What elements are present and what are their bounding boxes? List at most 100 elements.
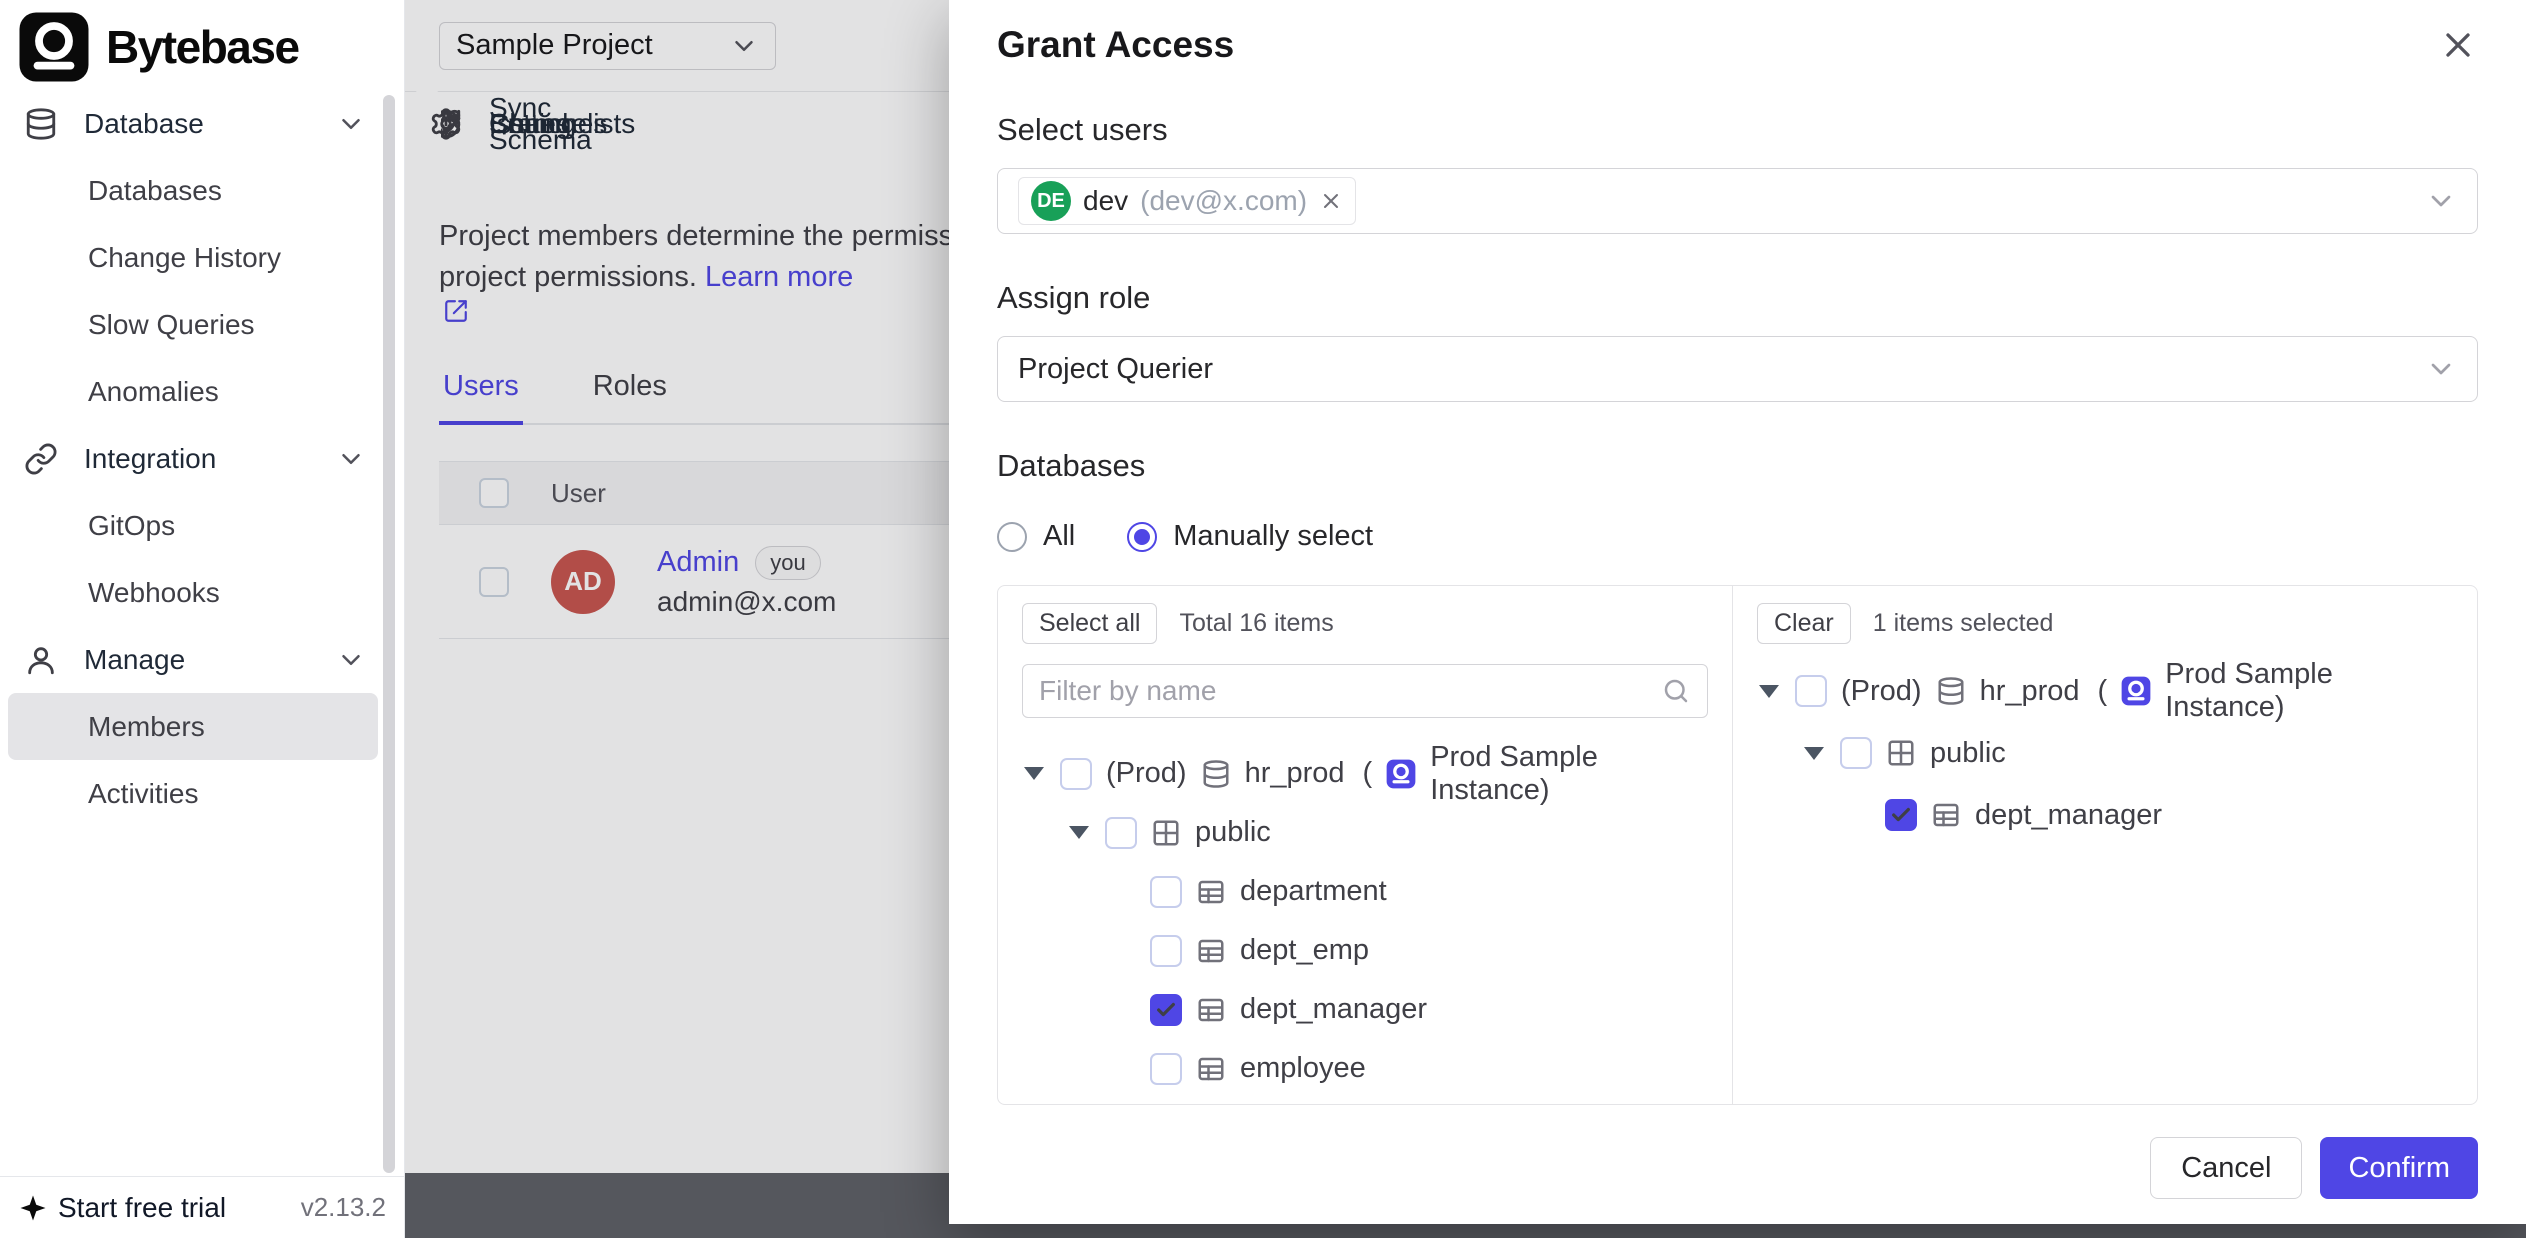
tree-row-public[interactable]: public <box>1022 803 1708 862</box>
tree-row-department[interactable]: department <box>1022 862 1708 921</box>
database-transfer: Select all Total 16 items (Prod)hr_prod(… <box>997 585 2478 1105</box>
checkbox-checked[interactable] <box>1885 799 1917 831</box>
chevron-down-icon <box>2425 353 2457 385</box>
bytebase-instance-icon <box>1386 759 1416 789</box>
tree-row-dept_manager[interactable]: dept_manager <box>1757 784 2453 846</box>
sidebar-item-label: Change History <box>88 242 281 274</box>
selected-panel: Clear 1 items selected (Prod)hr_prod(Pro… <box>1733 586 2477 1104</box>
sidebar-item-activities[interactable]: Activities <box>8 760 378 827</box>
remove-user-icon[interactable] <box>1319 189 1343 213</box>
sidebar-item-database[interactable]: Database <box>8 90 378 157</box>
caret-down-icon[interactable] <box>1757 685 1781 698</box>
chevron-down-icon <box>336 645 366 675</box>
caret-down-icon[interactable] <box>1802 747 1826 760</box>
chip-user-email: (dev@x.com) <box>1140 185 1307 217</box>
schema-icon <box>1886 738 1916 768</box>
tree-node-label: dept_manager <box>1240 993 1427 1026</box>
bytebase-instance-icon <box>2121 676 2151 706</box>
user-icon <box>24 643 58 677</box>
select-users-label: Select users <box>997 112 2478 148</box>
chevron-down-icon <box>336 109 366 139</box>
trial-label: Start free trial <box>58 1192 226 1224</box>
sidebar-scrollbar[interactable] <box>383 95 395 1173</box>
tree-row-hr_prod[interactable]: (Prod)hr_prod(Prod Sample Instance) <box>1757 660 2453 722</box>
instance-label: Prod Sample Instance) <box>2165 658 2453 724</box>
table-icon <box>1196 877 1226 907</box>
search-icon <box>1661 676 1691 706</box>
source-tree: (Prod)hr_prod(Prod Sample Instance)publi… <box>1022 744 1708 1098</box>
checkbox[interactable] <box>1795 675 1827 707</box>
sidebar-item-label: Activities <box>88 778 198 810</box>
checkbox[interactable] <box>1150 935 1182 967</box>
tree-node-label: hr_prod <box>1980 675 2080 708</box>
confirm-button[interactable]: Confirm <box>2320 1137 2478 1199</box>
sidebar-item-gitops[interactable]: GitOps <box>8 492 378 559</box>
tree-node-label: hr_prod <box>1245 757 1345 790</box>
tree-node-label: department <box>1240 875 1387 908</box>
sidebar-item-integration[interactable]: Integration <box>8 425 378 492</box>
sidebar-item-manage[interactable]: Manage <box>8 626 378 693</box>
sidebar-item-webhooks[interactable]: Webhooks <box>8 559 378 626</box>
integration-icon <box>24 442 58 476</box>
sidebar-item-label: Database <box>84 108 204 140</box>
radio-manually-select[interactable]: Manually select <box>1127 520 1373 553</box>
database-icon <box>1201 759 1231 789</box>
table-icon <box>1196 1054 1226 1084</box>
chevron-down-icon <box>336 444 366 474</box>
sidebar-item-slow-queries[interactable]: Slow Queries <box>8 291 378 358</box>
tree-row-dept_emp[interactable]: dept_emp <box>1022 921 1708 980</box>
chevron-down-icon <box>2425 185 2457 217</box>
filter-box <box>1022 664 1708 718</box>
version-label: v2.13.2 <box>301 1192 386 1223</box>
dialog-footer: Cancel Confirm <box>949 1112 2526 1224</box>
source-panel: Select all Total 16 items (Prod)hr_prod(… <box>998 586 1733 1104</box>
tree-node-label: dept_emp <box>1240 934 1369 967</box>
database-scope-radios: All Manually select <box>997 520 2478 553</box>
sidebar-item-label: Anomalies <box>88 376 219 408</box>
sidebar-item-change-history[interactable]: Change History <box>8 224 378 291</box>
checkbox[interactable] <box>1150 1053 1182 1085</box>
tree-row-dept_manager[interactable]: dept_manager <box>1022 980 1708 1039</box>
total-items-label: Total 16 items <box>1179 609 1333 638</box>
select-all-button[interactable]: Select all <box>1022 603 1157 644</box>
selected-user-chip: DE dev (dev@x.com) <box>1018 177 1356 225</box>
selected-count-label: 1 items selected <box>1873 609 2054 638</box>
logo-row: Bytebase <box>0 0 404 83</box>
selected-tree: (Prod)hr_prod(Prod Sample Instance)publi… <box>1757 660 2453 846</box>
start-free-trial-button[interactable]: Start free trial <box>18 1192 226 1224</box>
cancel-button[interactable]: Cancel <box>2150 1137 2302 1199</box>
sidebar-item-label: Manage <box>84 644 185 676</box>
sidebar-item-members[interactable]: Members <box>8 693 378 760</box>
role-select[interactable]: Project Querier <box>997 336 2478 402</box>
table-icon <box>1196 936 1226 966</box>
tree-node-label: public <box>1930 737 2006 770</box>
tree-row-employee[interactable]: employee <box>1022 1039 1708 1098</box>
table-icon <box>1196 995 1226 1025</box>
tree-row-hr_prod[interactable]: (Prod)hr_prod(Prod Sample Instance) <box>1022 744 1708 803</box>
instance-paren: ( <box>2098 675 2108 708</box>
assign-role-label: Assign role <box>997 280 2478 316</box>
tree-node-label: employee <box>1240 1052 1366 1085</box>
sidebar-item-anomalies[interactable]: Anomalies <box>8 358 378 425</box>
checkbox[interactable] <box>1105 817 1137 849</box>
checkbox-checked[interactable] <box>1150 994 1182 1026</box>
caret-down-icon[interactable] <box>1067 826 1091 839</box>
radio-all[interactable]: All <box>997 520 1075 553</box>
sparkle-icon <box>18 1193 48 1223</box>
checkbox[interactable] <box>1150 876 1182 908</box>
sidebar-item-databases[interactable]: Databases <box>8 157 378 224</box>
sidebar: Bytebase Database Databases Change History… <box>0 0 405 1238</box>
close-icon <box>2438 25 2478 65</box>
chip-user-name: dev <box>1083 185 1128 217</box>
filter-input[interactable] <box>1039 675 1661 707</box>
radio-circle-icon <box>997 522 1027 552</box>
checkbox[interactable] <box>1840 737 1872 769</box>
user-avatar: DE <box>1031 181 1071 221</box>
clear-button[interactable]: Clear <box>1757 603 1851 644</box>
radio-selected-icon <box>1127 522 1157 552</box>
user-multiselect[interactable]: DE dev (dev@x.com) <box>997 168 2478 234</box>
tree-row-public[interactable]: public <box>1757 722 2453 784</box>
close-button[interactable] <box>2438 25 2478 65</box>
checkbox[interactable] <box>1060 758 1092 790</box>
caret-down-icon[interactable] <box>1022 767 1046 780</box>
